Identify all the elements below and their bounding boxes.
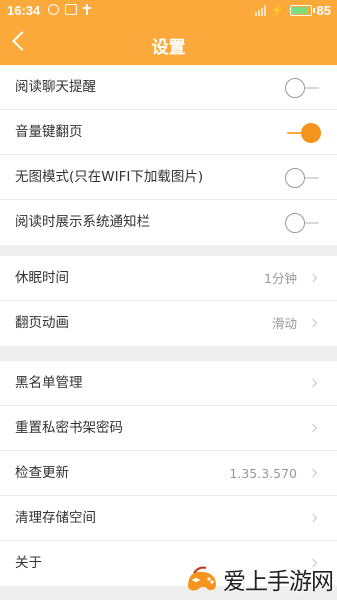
settings-group-reading: 休眠时间 1分钟 翻页动画 滑动 (0, 256, 337, 346)
status-bar: 16:34 ⚡ 85 (0, 0, 337, 22)
setting-row-check-update[interactable]: 检查更新 1.35.3.570 (0, 451, 337, 496)
setting-label: 重置私密书架密码 (15, 420, 123, 436)
chevron-right-icon (308, 513, 318, 523)
setting-row-clear-storage[interactable]: 清理存储空间 (0, 496, 337, 541)
version-value: 1.35.3.570 (229, 466, 297, 481)
setting-label: 翻页动画 (15, 315, 69, 331)
app-bar: 设置 (0, 22, 337, 65)
image-notification-icon (65, 4, 77, 15)
setting-label: 无图模式(只在WIFI下加载图片) (15, 169, 204, 185)
setting-row-page-animation[interactable]: 翻页动画 滑动 (0, 301, 337, 346)
setting-label: 清理存储空间 (15, 510, 96, 526)
setting-row-no-image-mode[interactable]: 无图模式(只在WIFI下加载图片) (0, 155, 337, 200)
setting-row-volume-key-paging[interactable]: 音量键翻页 (0, 110, 337, 155)
signal-icon (254, 5, 266, 16)
setting-label: 检查更新 (15, 465, 69, 481)
usb-icon (83, 4, 91, 15)
watermark: 爱上手游网 (185, 562, 334, 596)
chevron-right-icon (308, 273, 318, 283)
sleep-time-value: 1分钟 (264, 271, 297, 286)
chevron-right-icon (308, 423, 318, 433)
setting-row-show-notification-bar[interactable]: 阅读时展示系统通知栏 (0, 200, 337, 245)
chevron-right-icon (308, 378, 318, 388)
page-animation-value: 滑动 (271, 316, 297, 331)
no-image-mode-toggle[interactable] (285, 168, 321, 188)
setting-row-chat-reminder[interactable]: 阅读聊天提醒 (0, 65, 337, 110)
settings-group-toggles: 阅读聊天提醒 音量键翻页 无图模式(只在WIFI下加载图片) 阅读时展示系统通知… (0, 65, 337, 245)
setting-row-sleep-time[interactable]: 休眠时间 1分钟 (0, 256, 337, 301)
chat-reminder-toggle[interactable] (285, 78, 321, 98)
battery-level: 85 (316, 3, 331, 18)
app-notification-icon (48, 4, 59, 15)
volume-key-paging-toggle[interactable] (285, 123, 321, 143)
setting-label: 音量键翻页 (15, 124, 83, 140)
watermark-text: 爱上手游网 (223, 569, 334, 595)
battery-icon (289, 5, 315, 16)
status-right: ⚡ 85 (254, 3, 331, 18)
setting-label: 黑名单管理 (15, 375, 83, 391)
setting-row-reset-private-password[interactable]: 重置私密书架密码 (0, 406, 337, 451)
setting-label: 休眠时间 (15, 270, 69, 286)
settings-group-management: 黑名单管理 重置私密书架密码 检查更新 1.35.3.570 清理存储空间 关于 (0, 361, 337, 586)
setting-row-blacklist[interactable]: 黑名单管理 (0, 361, 337, 406)
chevron-right-icon (308, 468, 318, 478)
charging-icon: ⚡ (270, 5, 285, 17)
status-time: 16:34 (7, 3, 41, 18)
setting-label: 阅读聊天提醒 (15, 79, 96, 95)
setting-label: 关于 (15, 555, 42, 571)
watermark-logo-icon (188, 566, 216, 591)
page-title: 设置 (151, 38, 186, 58)
setting-label: 阅读时展示系统通知栏 (15, 214, 150, 230)
notification-icons (48, 4, 91, 15)
chevron-right-icon (308, 318, 318, 328)
show-notification-bar-toggle[interactable] (285, 213, 321, 233)
